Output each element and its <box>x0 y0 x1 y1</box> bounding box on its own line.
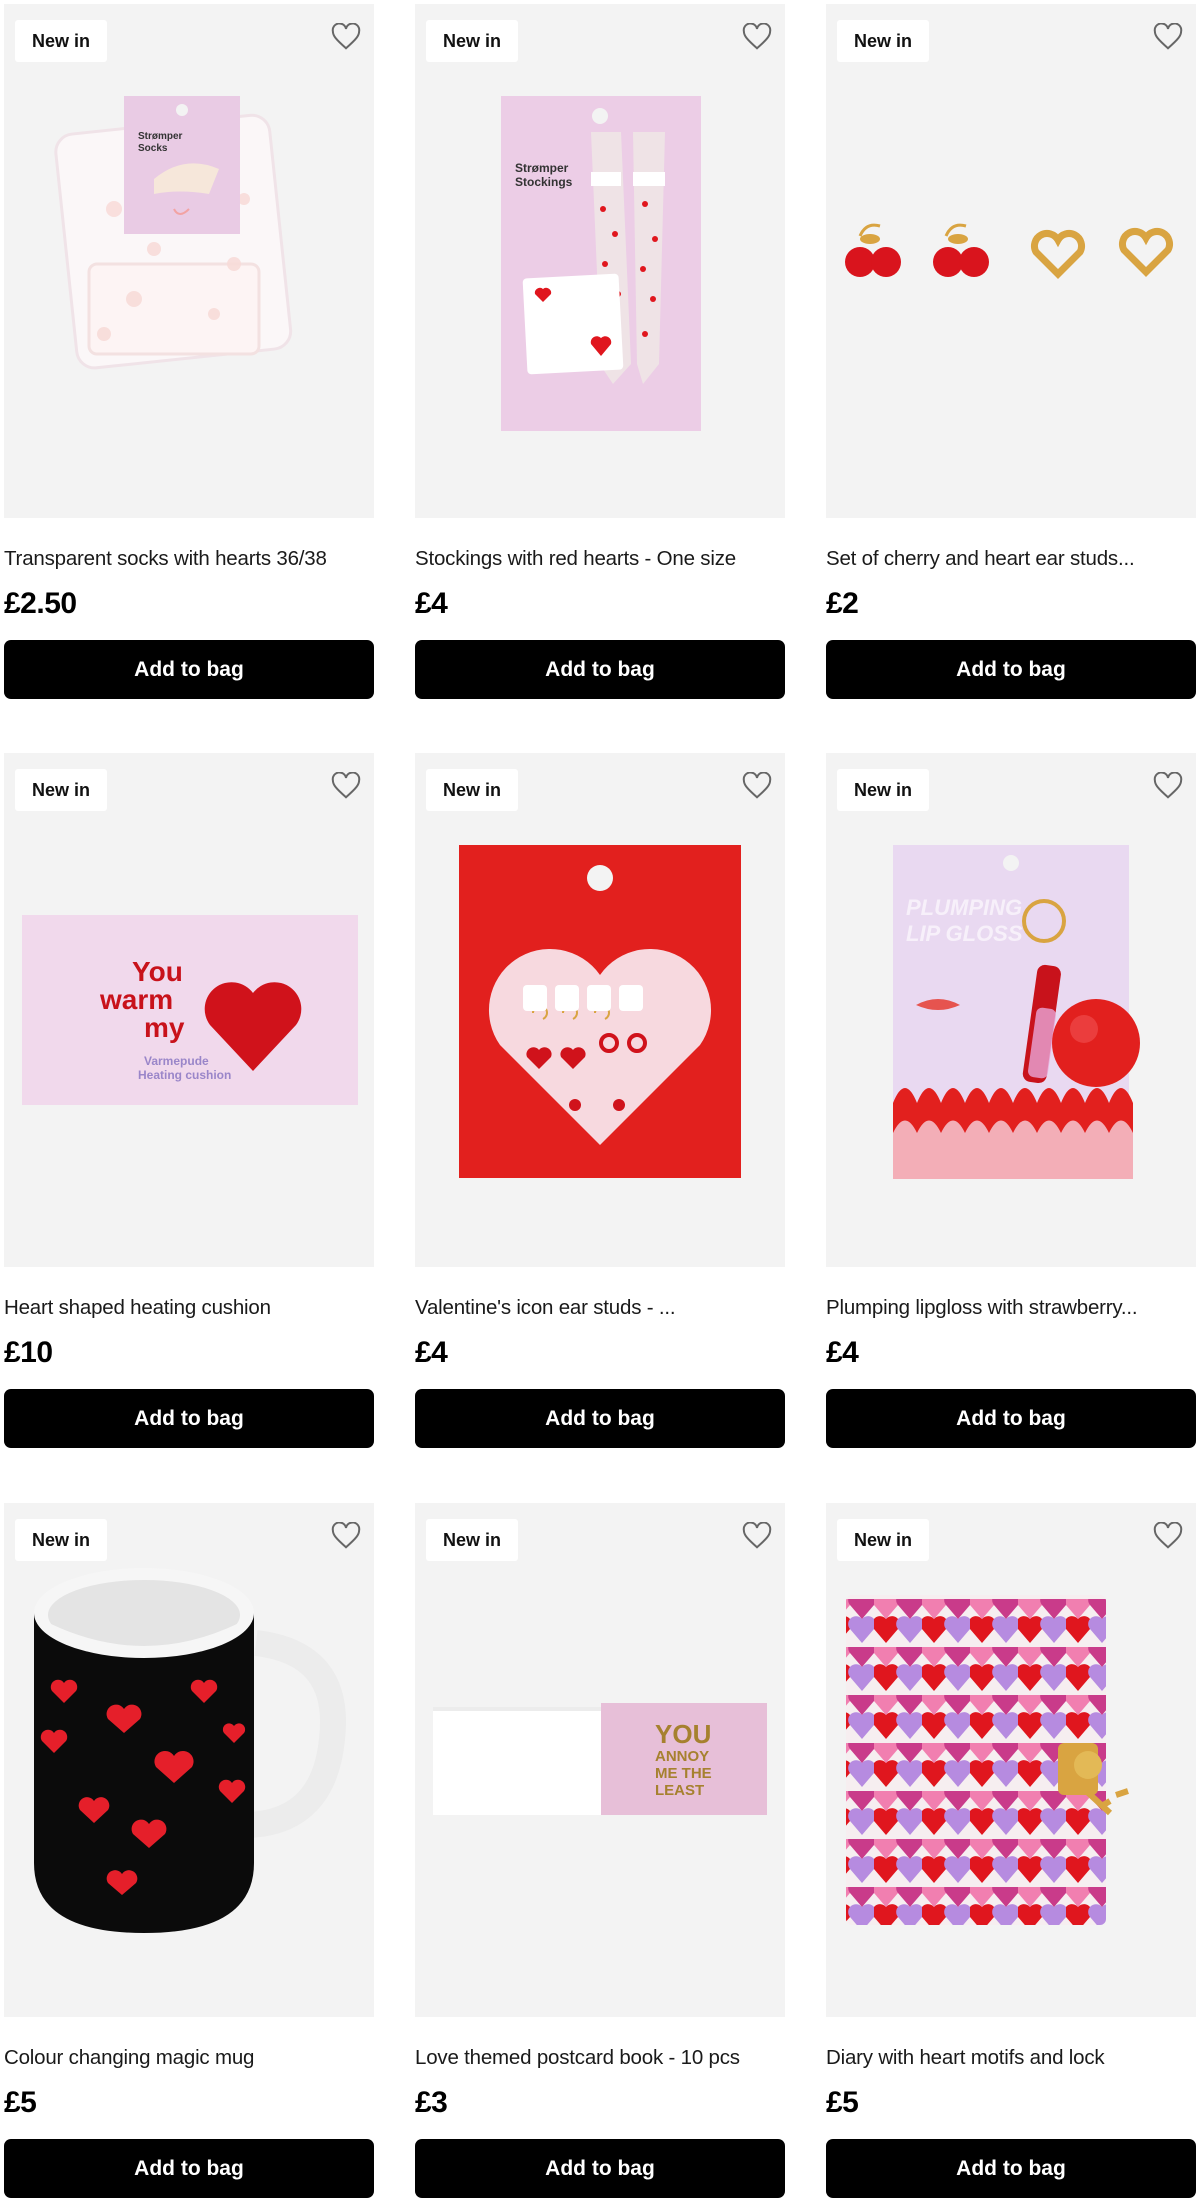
heart-outline-icon <box>742 1522 772 1549</box>
pack-title-text: Strømper <box>138 131 183 142</box>
heart-outline-icon <box>742 23 772 50</box>
new-in-badge: New in <box>15 1519 108 1561</box>
pack-text: Varmepude <box>144 1054 209 1068</box>
product-title[interactable]: Diary with heart motifs and lock <box>826 2046 1196 2070</box>
product-title[interactable]: Valentine's icon ear studs - ... <box>415 1296 785 1320</box>
add-to-bag-button[interactable]: Add to bag <box>4 1389 374 1448</box>
heart-outline-icon <box>331 23 361 50</box>
product-price: £3 <box>415 2086 448 2119</box>
cover-text: ME THE <box>655 1765 712 1782</box>
pack-text: warm <box>99 984 173 1015</box>
diary-image <box>846 1595 1129 1925</box>
product-image-tile[interactable]: Strømper Socks New in <box>4 4 374 518</box>
add-to-bag-button[interactable]: Add to bag <box>415 640 785 699</box>
svg-text:Strømper: Strømper <box>515 161 569 175</box>
product-card: PLUMPING LIP GLOSS New in Plumping lipgl… <box>826 753 1196 1448</box>
stockings-image: Strømper Stockings <box>501 96 701 431</box>
mug-image <box>34 1568 346 1933</box>
add-to-bag-button[interactable]: Add to bag <box>826 640 1196 699</box>
pack-text: Heating cushion <box>138 1068 231 1082</box>
heating-cushion-image: You warm my Varmepude Heating cushion <box>22 915 358 1105</box>
wishlist-button[interactable] <box>741 22 773 52</box>
wishlist-button[interactable] <box>1152 771 1184 801</box>
add-to-bag-button[interactable]: Add to bag <box>415 1389 785 1448</box>
wishlist-button[interactable] <box>1152 22 1184 52</box>
product-card: New in Diary with heart motifs and lock … <box>826 1503 1196 2198</box>
new-in-badge: New in <box>837 20 930 62</box>
product-price: £5 <box>826 2086 859 2119</box>
cover-text: LEAST <box>655 1782 704 1799</box>
wishlist-button[interactable] <box>1152 1521 1184 1551</box>
wishlist-button[interactable] <box>741 771 773 801</box>
product-title[interactable]: Heart shaped heating cushion <box>4 1296 374 1320</box>
product-price: £2 <box>826 587 859 620</box>
product-image-tile[interactable]: PLUMPING LIP GLOSS New in <box>826 753 1196 1267</box>
product-title[interactable]: Plumping lipgloss with strawberry... <box>826 1296 1196 1320</box>
product-title[interactable]: Colour changing magic mug <box>4 2046 374 2070</box>
new-in-badge: New in <box>837 769 930 811</box>
product-price: £4 <box>826 1336 859 1369</box>
svg-text:Socks: Socks <box>138 143 168 154</box>
product-card: You warm my Varmepude Heating cushion Ne… <box>4 753 374 1448</box>
product-title[interactable]: Set of cherry and heart ear studs... <box>826 547 1196 571</box>
new-in-badge: New in <box>426 769 519 811</box>
pack-text: PLUMPING <box>906 895 1022 920</box>
cover-text: ANNOY <box>655 1748 709 1765</box>
product-image-tile[interactable]: Strømper Stockings New in <box>415 4 785 518</box>
product-card: Strømper Stockings New in Stockings with… <box>415 4 785 699</box>
product-title[interactable]: Love themed postcard book - 10 pcs <box>415 2046 785 2070</box>
add-to-bag-button[interactable]: Add to bag <box>4 2139 374 2198</box>
product-title[interactable]: Transparent socks with hearts 36/38 <box>4 547 374 571</box>
ear-studs-image <box>845 223 1174 279</box>
product-price: £4 <box>415 587 448 620</box>
heart-outline-icon <box>331 772 361 799</box>
product-card: New in Set of cherry and heart ear studs… <box>826 4 1196 699</box>
heart-outline-icon <box>331 1522 361 1549</box>
product-price: £4 <box>415 1336 448 1369</box>
heart-outline-icon <box>742 772 772 799</box>
product-card: YOU ANNOY ME THE LEAST New in Love theme… <box>415 1503 785 2198</box>
add-to-bag-button[interactable]: Add to bag <box>415 2139 785 2198</box>
lipgloss-image: PLUMPING LIP GLOSS <box>893 845 1140 1179</box>
postcard-book-image: YOU ANNOY ME THE LEAST <box>433 1703 767 1815</box>
product-image-tile[interactable]: New in <box>826 1503 1196 2017</box>
cover-text: YOU <box>655 1719 711 1749</box>
wishlist-button[interactable] <box>330 1521 362 1551</box>
product-price: £10 <box>4 1336 53 1369</box>
product-image-tile[interactable]: You warm my Varmepude Heating cushion Ne… <box>4 753 374 1267</box>
add-to-bag-button[interactable]: Add to bag <box>826 2139 1196 2198</box>
pack-text: LIP GLOSS <box>906 921 1023 946</box>
add-to-bag-button[interactable]: Add to bag <box>4 640 374 699</box>
svg-text:Stockings: Stockings <box>515 175 573 189</box>
product-card: New in Colour changing magic mug £5 Add … <box>4 1503 374 2198</box>
product-image-tile[interactable]: New in <box>4 1503 374 2017</box>
heart-outline-icon <box>1153 1522 1183 1549</box>
wishlist-button[interactable] <box>741 1521 773 1551</box>
product-title[interactable]: Stockings with red hearts - One size <box>415 547 785 571</box>
socks-image: Strømper Socks <box>54 96 293 370</box>
product-image-tile[interactable]: New in <box>826 4 1196 518</box>
product-image-tile[interactable]: New in <box>415 753 785 1267</box>
icon-ear-studs-image <box>459 845 741 1178</box>
product-card: Strømper Socks New in Transparent socks … <box>4 4 374 699</box>
product-card: New in Valentine's icon ear studs - ... … <box>415 753 785 1448</box>
new-in-badge: New in <box>426 1519 519 1561</box>
wishlist-button[interactable] <box>330 771 362 801</box>
product-image-tile[interactable]: YOU ANNOY ME THE LEAST New in <box>415 1503 785 2017</box>
add-to-bag-button[interactable]: Add to bag <box>826 1389 1196 1448</box>
heart-outline-icon <box>1153 772 1183 799</box>
new-in-badge: New in <box>837 1519 930 1561</box>
pack-text: You <box>132 956 183 987</box>
product-price: £5 <box>4 2086 37 2119</box>
product-price: £2.50 <box>4 587 77 620</box>
heart-outline-icon <box>1153 23 1183 50</box>
new-in-badge: New in <box>426 20 519 62</box>
new-in-badge: New in <box>15 769 108 811</box>
pack-text: my <box>144 1012 185 1043</box>
new-in-badge: New in <box>15 20 108 62</box>
wishlist-button[interactable] <box>330 22 362 52</box>
